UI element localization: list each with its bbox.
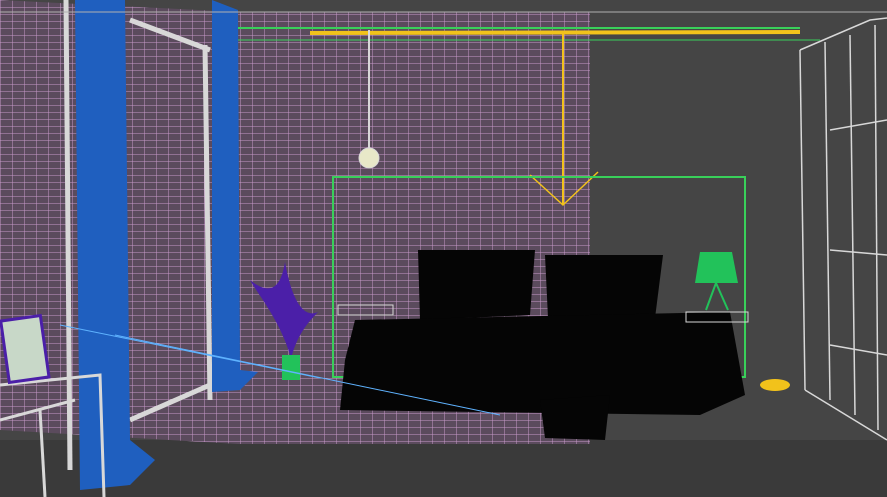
pillow-left [418, 250, 535, 320]
bed-blanket [540, 395, 610, 440]
plant-pot [282, 355, 300, 380]
picture-frame [0, 313, 51, 385]
pendant-lamp [358, 147, 380, 169]
pillow-right [545, 255, 663, 318]
table-lamp [695, 252, 738, 283]
bed [340, 312, 745, 415]
light-strip [309, 30, 801, 35]
viewport-canvas[interactable] [0, 0, 887, 497]
3d-viewport[interactable] [0, 0, 887, 497]
slippers [760, 379, 790, 391]
